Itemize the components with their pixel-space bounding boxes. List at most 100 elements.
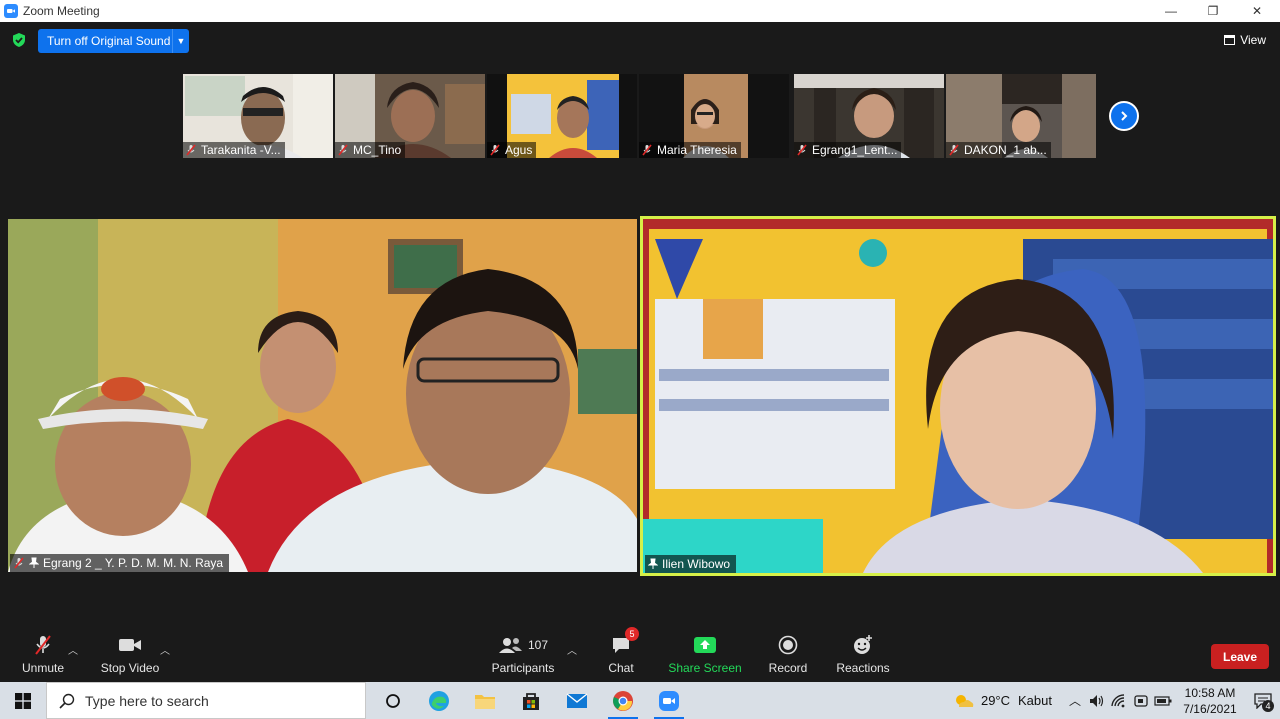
chevron-up-icon[interactable]: ︿	[160, 642, 170, 657]
mic-muted-icon	[32, 633, 54, 657]
chrome-browser-icon	[613, 690, 633, 711]
stop-video-button[interactable]: Stop Video	[100, 632, 160, 682]
taskbar-app-mail[interactable]	[554, 682, 600, 719]
show-hidden-icons-chevron-icon[interactable]: ︿	[1064, 682, 1086, 719]
participant-video	[643, 219, 1273, 573]
record-icon	[778, 633, 798, 657]
chat-button[interactable]: 5 Chat	[603, 627, 639, 682]
zoom-app-icon	[4, 4, 18, 18]
chat-icon: 5	[611, 627, 639, 657]
chevron-down-icon[interactable]: ▼	[172, 29, 189, 53]
task-view-button[interactable]	[370, 682, 416, 719]
battery-icon[interactable]	[1152, 682, 1174, 719]
participants-button[interactable]: 107 Participants	[492, 632, 554, 682]
speaker-icon[interactable]	[1086, 682, 1108, 719]
participant-thumbnail[interactable]: Agus	[487, 74, 637, 158]
weather-sun-cloud-icon[interactable]	[953, 692, 975, 710]
window-titlebar: Zoom Meeting — ❐ ✕	[0, 0, 1280, 22]
mic-muted-icon	[642, 144, 652, 156]
chat-unread-badge: 5	[625, 627, 639, 641]
participant-thumbnail[interactable]: Tarakanita -V...	[183, 74, 333, 158]
clock-time: 10:58 AM	[1184, 685, 1236, 700]
share-screen-button[interactable]: Share Screen	[668, 632, 742, 682]
smiley-plus-icon	[852, 633, 874, 657]
participant-thumbnail[interactable]: DAKON_1 ab...	[946, 74, 1096, 158]
mic-muted-icon	[490, 144, 500, 156]
chevron-up-icon[interactable]: ︿	[567, 642, 577, 657]
reactions-button[interactable]: Reactions	[836, 632, 890, 682]
meeting-area: Turn off Original Sound ▼ View Tarakanit…	[0, 22, 1280, 632]
clock-date: 7/16/2021	[1183, 701, 1237, 716]
participant-thumbnail[interactable]: Egrang1_Lent...	[794, 74, 944, 158]
participant-name-tag: Tarakanita -V...	[183, 142, 285, 158]
share-screen-label: Share Screen	[668, 661, 742, 675]
notification-count-badge: 4	[1262, 700, 1274, 712]
next-page-button[interactable]	[1109, 101, 1139, 131]
participant-name-tag: MC_Tino	[335, 142, 406, 158]
taskbar-app-file-explorer[interactable]	[462, 682, 508, 719]
video-camera-icon	[118, 633, 142, 657]
participants-icon: 107	[498, 633, 548, 657]
participant-thumbnail[interactable]: MC_Tino	[335, 74, 485, 158]
action-center-button[interactable]: 4	[1246, 682, 1280, 719]
mic-muted-icon	[338, 144, 348, 156]
mic-muted-icon	[797, 144, 807, 156]
view-label: View	[1240, 33, 1266, 47]
zoom-app-icon	[659, 690, 679, 711]
leave-button[interactable]: Leave	[1211, 644, 1269, 669]
chevron-up-icon[interactable]: ︿	[68, 642, 78, 657]
minimize-button[interactable]: —	[1148, 0, 1194, 22]
taskbar-app-edge[interactable]	[416, 682, 462, 719]
view-grid-icon	[1224, 35, 1236, 45]
window-title: Zoom Meeting	[23, 4, 100, 18]
participant-name-tag: Egrang 2 _ Y. P. D. M. M. N. Raya	[10, 554, 230, 572]
meeting-toolbar: Unmute ︿ Stop Video ︿ 107 Participants ︿…	[0, 627, 1280, 682]
participants-count: 107	[527, 638, 549, 652]
windows-logo-icon	[15, 692, 31, 709]
chevron-right-icon	[1121, 111, 1128, 121]
weather-description[interactable]: Kabut	[1018, 693, 1052, 708]
participant-name-tag: Agus	[487, 142, 537, 158]
search-placeholder: Type here to search	[85, 692, 209, 709]
participant-video-tile[interactable]: Egrang 2 _ Y. P. D. M. M. N. Raya	[8, 219, 637, 572]
stop-video-label: Stop Video	[100, 661, 160, 675]
taskbar-search-box[interactable]: Type here to search	[46, 682, 366, 719]
active-speaker-tile[interactable]: Ilien Wibowo	[640, 216, 1276, 576]
mic-muted-icon	[14, 557, 24, 569]
weather-temperature[interactable]: 29°C	[981, 693, 1010, 708]
start-button[interactable]	[0, 682, 46, 719]
participant-name: MC_Tino	[353, 143, 402, 157]
meet-now-icon[interactable]	[1130, 682, 1152, 719]
edge-browser-icon	[429, 690, 449, 711]
reactions-label: Reactions	[836, 661, 890, 675]
share-screen-icon	[693, 633, 717, 657]
taskbar-app-store[interactable]	[508, 682, 554, 719]
original-sound-button[interactable]: Turn off Original Sound ▼	[38, 29, 189, 53]
unmute-button[interactable]: Unmute	[14, 632, 72, 682]
participant-name: Tarakanita -V...	[201, 143, 281, 157]
view-button[interactable]: View	[1224, 33, 1266, 47]
participant-thumbnail[interactable]: Maria Theresia	[639, 74, 789, 158]
pin-icon	[648, 558, 658, 569]
participant-name: Agus	[505, 143, 533, 157]
taskbar-app-chrome[interactable]	[600, 682, 646, 719]
record-button[interactable]: Record	[767, 632, 809, 682]
participant-name: Ilien Wibowo	[662, 557, 731, 571]
participant-name-tag: DAKON_1 ab...	[946, 142, 1051, 158]
pin-icon	[29, 557, 39, 568]
mic-muted-icon	[949, 144, 959, 156]
participants-label: Participants	[491, 661, 555, 675]
security-shield-icon[interactable]	[11, 32, 27, 48]
task-view-icon	[386, 693, 400, 708]
participant-name-tag: Egrang1_Lent...	[794, 142, 902, 158]
taskbar-clock[interactable]: 10:58 AM 7/16/2021	[1180, 685, 1240, 717]
taskbar-app-zoom[interactable]	[646, 682, 692, 719]
original-sound-label: Turn off Original Sound	[47, 34, 171, 48]
participant-video	[8, 219, 637, 572]
wifi-icon[interactable]	[1108, 682, 1130, 719]
system-tray: 29°C Kabut ︿ 10:58 AM 7/16/2021 4	[953, 682, 1280, 719]
close-button[interactable]: ✕	[1234, 0, 1280, 22]
participant-name-tag: Ilien Wibowo	[645, 555, 737, 573]
restore-button[interactable]: ❐	[1190, 0, 1236, 22]
participant-name: DAKON_1 ab...	[964, 143, 1047, 157]
